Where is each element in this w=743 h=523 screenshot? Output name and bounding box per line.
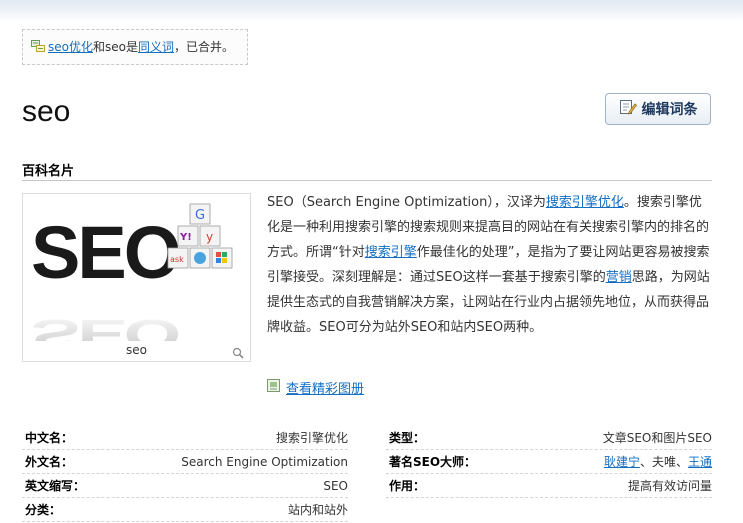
gallery-icon [267,379,280,396]
info-key: 著名SEO大师： [389,455,477,469]
info-value: 搜索引擎优化 [275,431,348,445]
info-row-famous-masters: 著名SEO大师： 耿建宁、夫唯、王通 [386,450,712,474]
info-key: 作用： [389,479,426,493]
info-value: 文章SEO和图片SEO [602,431,712,445]
view-gallery-link[interactable]: 查看精彩图册 [286,378,364,397]
info-value: 站内和站外 [287,503,348,517]
cube-letter-2: Y! [179,232,192,243]
edit-entry-label: 编辑词条 [641,102,698,118]
master-text-mid: 、夫唯、 [639,455,688,469]
info-row-type: 类型： 文章SEO和图片SEO [386,426,712,450]
merge-icon [31,31,45,65]
info-value: SEO [323,479,348,493]
edit-entry-button[interactable]: 编辑词条 [605,93,711,125]
top-gradient-bar [0,0,743,22]
notice-text-mid: 和seo是 [92,40,138,54]
summary-text-1: SEO（Search Engine Optimization），汉译为 [267,195,546,210]
cube-letter-3: y [206,230,213,244]
info-key: 英文缩写： [25,479,86,493]
link-marketing[interactable]: 营销 [606,270,632,285]
link-search-engine[interactable]: 搜索引擎 [365,245,417,260]
section-divider [22,180,712,181]
master-link-gengjianning[interactable]: 耿建宁 [604,455,640,469]
info-key: 外文名： [25,455,74,469]
browser-cube-icon [194,252,206,264]
link-search-engine-optimization[interactable]: 搜索引擎优化 [546,195,624,210]
magnifier-icon[interactable] [232,344,244,363]
info-row-abbreviation: 英文缩写： SEO [22,474,348,498]
master-link-wangtong[interactable]: 王通 [688,455,712,469]
cube-letter-1: G [195,208,205,223]
cube-letter-4: ask [170,255,184,264]
notice-text-tail: ，已合并。 [173,40,234,54]
seo-big-text: SEO [31,211,179,294]
info-value: 耿建宁、夫唯、王通 [604,450,712,474]
info-row-category: 分类： 站内和站外 [22,498,348,522]
info-value: Search Engine Optimization [181,455,348,469]
edit-pencil-icon [619,98,637,120]
info-key: 类型： [389,431,426,445]
info-value: 提高有效访问量 [627,479,712,493]
summary-paragraph: SEO（Search Engine Optimization），汉译为搜索引擎优… [267,190,713,340]
seo-reflection-text: SEO [31,311,178,341]
gallery-row: 查看精彩图册 [267,378,364,397]
info-key: 中文名： [25,431,74,445]
encyclopedia-card-image[interactable]: SEO SEO G Y! y ask seo [22,193,251,362]
image-caption: seo [126,343,147,357]
info-row-chinese-name: 中文名： 搜索引擎优化 [22,426,348,450]
info-key: 分类： [25,503,62,517]
info-row-foreign-name: 外文名： Search Engine Optimization [22,450,348,474]
synonym-link[interactable]: 同义词 [138,40,174,54]
seo-optimization-link[interactable]: seo优化 [48,40,93,54]
info-row-function: 作用： 提高有效访问量 [386,474,712,498]
seo-logo-image: SEO SEO G Y! y ask [31,203,233,341]
synonym-merge-notice: seo优化和seo是同义词，已合并。 [22,29,248,65]
section-title: 百科名片 [22,164,75,179]
page-title: seo [22,95,71,128]
